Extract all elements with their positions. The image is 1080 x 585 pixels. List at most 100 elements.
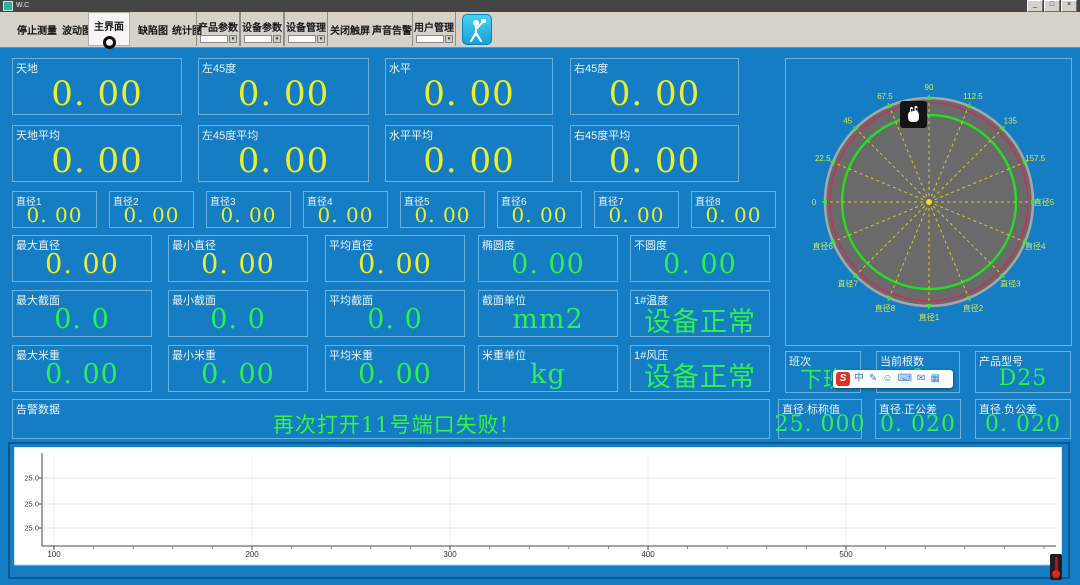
measure-box: 平均直径0. 00 [325,235,465,282]
defect-chart-button[interactable]: 缺陷图 [138,22,168,37]
ime-icon-3[interactable]: ⌨ [898,371,912,387]
measure-box: 最小米重0. 00 [168,345,308,392]
box-value: 0. 00 [498,203,581,226]
user-manage-dropdown[interactable]: 用户管理▾ [412,12,456,46]
measure-box: 1#温度设备正常 [630,290,770,337]
ime-toolbar[interactable]: S 中 ✎ ☺ ⌨ ✉ ▦ [833,370,953,388]
product-params-dropdown[interactable]: 产品参数▾ [196,12,240,46]
alarm-panel: 告警数据 再次打开11号端口失败! [12,399,770,439]
dropdown-field [416,35,444,43]
measure-box: 最大截面0. 0 [12,290,152,337]
y-tick-label: 25.0 [24,524,39,533]
measure-box: 直径70. 00 [594,191,679,228]
chevron-down-icon[interactable]: ▾ [229,35,237,43]
measure-box: 直径20. 00 [109,191,194,228]
polar-label: 112.5 [963,92,983,101]
measure-box: 天地0. 00 [12,58,182,115]
chevron-down-icon[interactable]: ▾ [317,35,325,43]
ime-icon-2[interactable]: ☺ [882,371,892,387]
measure-box: 直径60. 00 [497,191,582,228]
x-tick-label: 200 [245,550,259,559]
main-panel: 告警数据 再次打开11号端口失败! 022.54567.590112.51351… [0,47,1080,585]
box-value: 0. 00 [479,249,617,280]
scroll-indicator [1050,554,1062,580]
polar-label: 直径4 [1025,241,1046,251]
measure-box: 最小截面0. 0 [168,290,308,337]
box-value: 0. 00 [326,359,464,390]
box-value: 0. 00 [631,249,769,280]
trend-chart: 25.025.025.0100200300400500 [14,447,1062,567]
ime-icon-4[interactable]: ✉ [917,371,925,387]
polar-label: 直径2 [963,303,984,313]
toolbar: 停止测量波动图主界面缺陷图统计图产品参数▾设备参数▾设备管理▾关闭触屏声音告警用… [0,12,1080,48]
box-value: 0. 0 [326,304,464,335]
person-icon-button[interactable] [462,14,492,45]
box-value: 0. 0 [13,304,151,335]
ime-icon-1[interactable]: ✎ [869,371,877,387]
stop-measure-button[interactable]: 停止测量 [14,22,60,37]
polar-label: 直径8 [875,303,896,313]
measure-box: 直径10. 00 [12,191,97,228]
measure-box: 直径50. 00 [400,191,485,228]
trend-chart-frame: 25.025.025.0100200300400500 [8,442,1070,579]
hand-cursor-icon [905,105,922,124]
measure-box: 平均截面0. 0 [325,290,465,337]
polar-label: 90 [925,83,934,92]
polar-label: 157.5 [1025,154,1046,163]
polar-label: 0 [812,198,817,207]
toolbar-button-label: 设备参数 [241,19,283,34]
ime-icon-5[interactable]: ▦ [930,371,939,387]
tolerance-box: 直径.正公差0. 020 [875,399,961,439]
box-value: 0. 020 [876,412,960,437]
polar-label: 22.5 [815,154,831,163]
device-params-dropdown[interactable]: 设备参数▾ [240,12,284,46]
box-value: 0. 00 [13,74,181,113]
x-tick-label: 400 [641,550,655,559]
mouse-cursor-overlay [900,101,927,128]
polar-label: 135 [1004,117,1018,126]
dropdown-field [244,35,272,43]
gauge-center-dot [927,200,932,205]
measure-box: 右45度0. 00 [570,58,739,115]
minimize-button[interactable]: _ [1027,0,1043,12]
tolerance-box: 直径.标称值25. 000 [778,399,862,439]
polar-label: 直径6 [813,241,834,251]
measure-box: 天地平均0. 00 [12,125,182,182]
box-value: 设备正常 [631,304,769,335]
close-touchscreen-button[interactable]: 关闭触屏 [330,22,370,37]
box-value: 0. 00 [110,203,193,226]
y-tick-label: 25.0 [24,500,39,509]
dropdown-field [288,35,316,43]
box-value: 0. 00 [386,141,552,180]
indicator-stem [1055,557,1058,571]
box-value: 0. 0 [169,304,307,335]
box-value: kg [479,359,617,390]
box-value: 0. 00 [169,359,307,390]
measure-box: 截面单位mm2 [478,290,618,337]
chevron-down-icon[interactable]: ▾ [273,35,281,43]
box-value: 0. 00 [326,249,464,280]
app-icon [3,1,13,11]
x-tick-label: 500 [839,550,853,559]
close-button[interactable]: × [1061,0,1077,12]
indicator-dot [1052,570,1060,578]
box-value: 0. 00 [386,74,552,113]
toolbar-button-label: 设备管理 [285,19,327,34]
measure-box: 平均米重0. 00 [325,345,465,392]
device-manage-dropdown[interactable]: 设备管理▾ [284,12,328,46]
ime-logo-icon[interactable]: S [836,372,850,386]
measure-box: 左45度平均0. 00 [198,125,369,182]
main-screen-button[interactable]: 主界面 [88,12,130,46]
box-value: 25. 000 [779,412,861,437]
measure-box: 水平平均0. 00 [385,125,553,182]
chevron-down-icon[interactable]: ▾ [445,35,453,43]
maximize-button[interactable]: □ [1044,0,1060,12]
box-value: 0. 00 [13,249,151,280]
sound-alarm-button[interactable]: 声音告警 [372,22,412,37]
box-value: 0. 00 [13,141,181,180]
box-value: 0. 00 [401,203,484,226]
window-title: W.C [16,2,29,10]
tolerance-box: 直径.负公差0. 020 [975,399,1071,439]
ime-icon-0[interactable]: 中 [854,371,864,387]
box-value: 0. 00 [571,74,738,113]
